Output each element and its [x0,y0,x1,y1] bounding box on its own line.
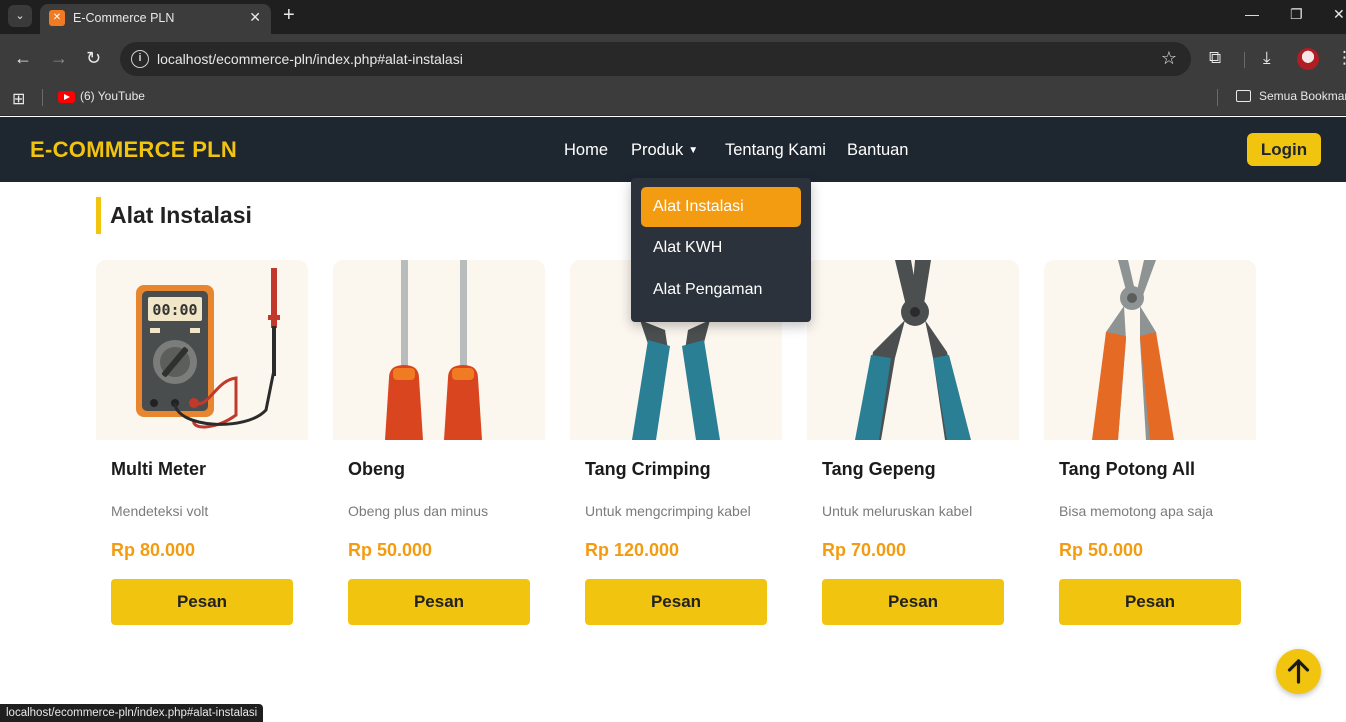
product-name: Multi Meter [111,459,207,479]
forward-icon[interactable]: → [50,47,68,69]
product-name: Tang Gepeng [822,459,936,479]
product-description: Obeng plus dan minus [348,503,489,519]
reload-icon[interactable]: ↻ [86,47,101,69]
product-card: Tang Potong All Bisa memotong apa saja R… [1044,260,1256,650]
xampp-favicon: ✕ [49,10,65,26]
order-button[interactable]: Pesan [585,579,767,625]
youtube-icon [58,91,75,103]
tab-search-icon[interactable]: ⌄ [8,5,32,27]
folder-icon [1236,90,1251,102]
all-bookmarks-folder[interactable]: Semua Bookmark [1259,89,1346,103]
order-button[interactable]: Pesan [111,579,293,625]
product-price: Rp 80.000 [111,540,196,560]
browser-tab[interactable]: ✕ E-Commerce PLN ✕ [40,4,271,34]
tab-title: E-Commerce PLN [73,11,175,25]
apps-icon[interactable]: ⊞ [12,89,25,109]
product-image-multimeter: 00:00 [96,260,308,440]
url-text[interactable]: localhost/ecommerce-pln/index.php#alat-i… [157,51,463,67]
product-name: Obeng [348,459,405,479]
product-price: Rp 50.000 [1059,540,1144,560]
product-description: Mendeteksi volt [111,503,209,519]
bookmark-youtube[interactable]: (6) YouTube [80,89,145,103]
arrow-up-icon [1287,659,1310,684]
login-button[interactable]: Login [1247,133,1321,166]
product-image-tang-gepeng [807,260,1019,440]
profile-avatar[interactable] [1297,48,1319,70]
order-button[interactable]: Pesan [1059,579,1241,625]
extensions-icon[interactable]: ⧉ [1209,47,1221,69]
browser-status-bar: localhost/ecommerce-pln/index.php#alat-i… [0,704,264,722]
product-price: Rp 70.000 [822,540,907,560]
star-icon[interactable]: ☆ [1161,48,1177,69]
product-card: Tang Gepeng Untuk meluruskan kabel Rp 70… [807,260,1019,650]
browser-tab-bar: ⌄ ✕ E-Commerce PLN ✕ + — ❐ ✕ [0,0,1346,34]
dropdown-item-alat-pengaman[interactable]: Alat Pengaman [641,270,801,310]
product-description: Untuk mengcrimping kabel [585,503,751,519]
produk-dropdown-menu: Alat Instalasi Alat KWH Alat Pengaman [631,178,811,322]
back-icon[interactable]: ← [14,47,32,69]
site-header: E-COMMERCE PLN Home Produk ▼ Tentang Kami… [0,117,1346,182]
nav-bantuan[interactable]: Bantuan [847,141,908,160]
plus-icon[interactable]: + [283,4,295,27]
more-icon[interactable]: ⋮ [1336,47,1346,69]
product-price: Rp 120.000 [585,540,680,560]
product-name: Tang Potong All [1059,459,1195,479]
order-button[interactable]: Pesan [822,579,1004,625]
nav-tentang-kami[interactable]: Tentang Kami [725,141,826,160]
product-card: 00:00 Multi Meter Mendeteksi volt Rp 80.… [96,260,308,650]
site-info-icon[interactable]: i [131,50,149,68]
restore-icon[interactable]: ❐ [1290,6,1303,23]
product-card: Obeng Obeng plus dan minus Rp 50.000 Pes… [333,260,545,650]
nav-produk-label: Produk [631,141,684,159]
bookmarks-bar: ⊞ (6) YouTube Semua Bookmark [0,84,1346,116]
address-bar[interactable]: i localhost/ecommerce-pln/index.php#alat… [120,42,1191,76]
close-icon[interactable]: ✕ [249,9,261,26]
nav-produk[interactable]: Produk ▼ [631,141,698,160]
dropdown-item-alat-instalasi[interactable]: Alat Instalasi [641,187,801,227]
product-price: Rp 50.000 [348,540,433,560]
browser-toolbar: ← → ↻ i localhost/ecommerce-pln/index.ph… [0,34,1346,84]
order-button[interactable]: Pesan [348,579,530,625]
section-accent-bar [96,197,101,234]
product-image-obeng [333,260,545,440]
bookmarks-divider [1217,89,1218,106]
product-image-tang-potong [1044,260,1256,440]
product-description: Bisa memotong apa saja [1059,503,1214,519]
section-title: Alat Instalasi [110,202,252,228]
dropdown-item-alat-kwh[interactable]: Alat KWH [641,228,801,268]
scroll-to-top-button[interactable] [1276,649,1321,694]
bookmarks-divider [42,89,43,106]
caret-down-icon: ▼ [688,145,699,156]
nav-home[interactable]: Home [564,141,608,160]
brand-logo[interactable]: E-COMMERCE PLN [30,137,237,163]
download-icon[interactable]: ⤓ [1263,47,1271,69]
svg-text:00:00: 00:00 [152,301,197,319]
product-name: Tang Crimping [585,459,711,479]
window-close-icon[interactable]: ✕ [1333,6,1345,23]
toolbar-divider [1244,52,1245,68]
product-description: Untuk meluruskan kabel [822,503,973,519]
minimize-icon[interactable]: — [1245,6,1259,22]
